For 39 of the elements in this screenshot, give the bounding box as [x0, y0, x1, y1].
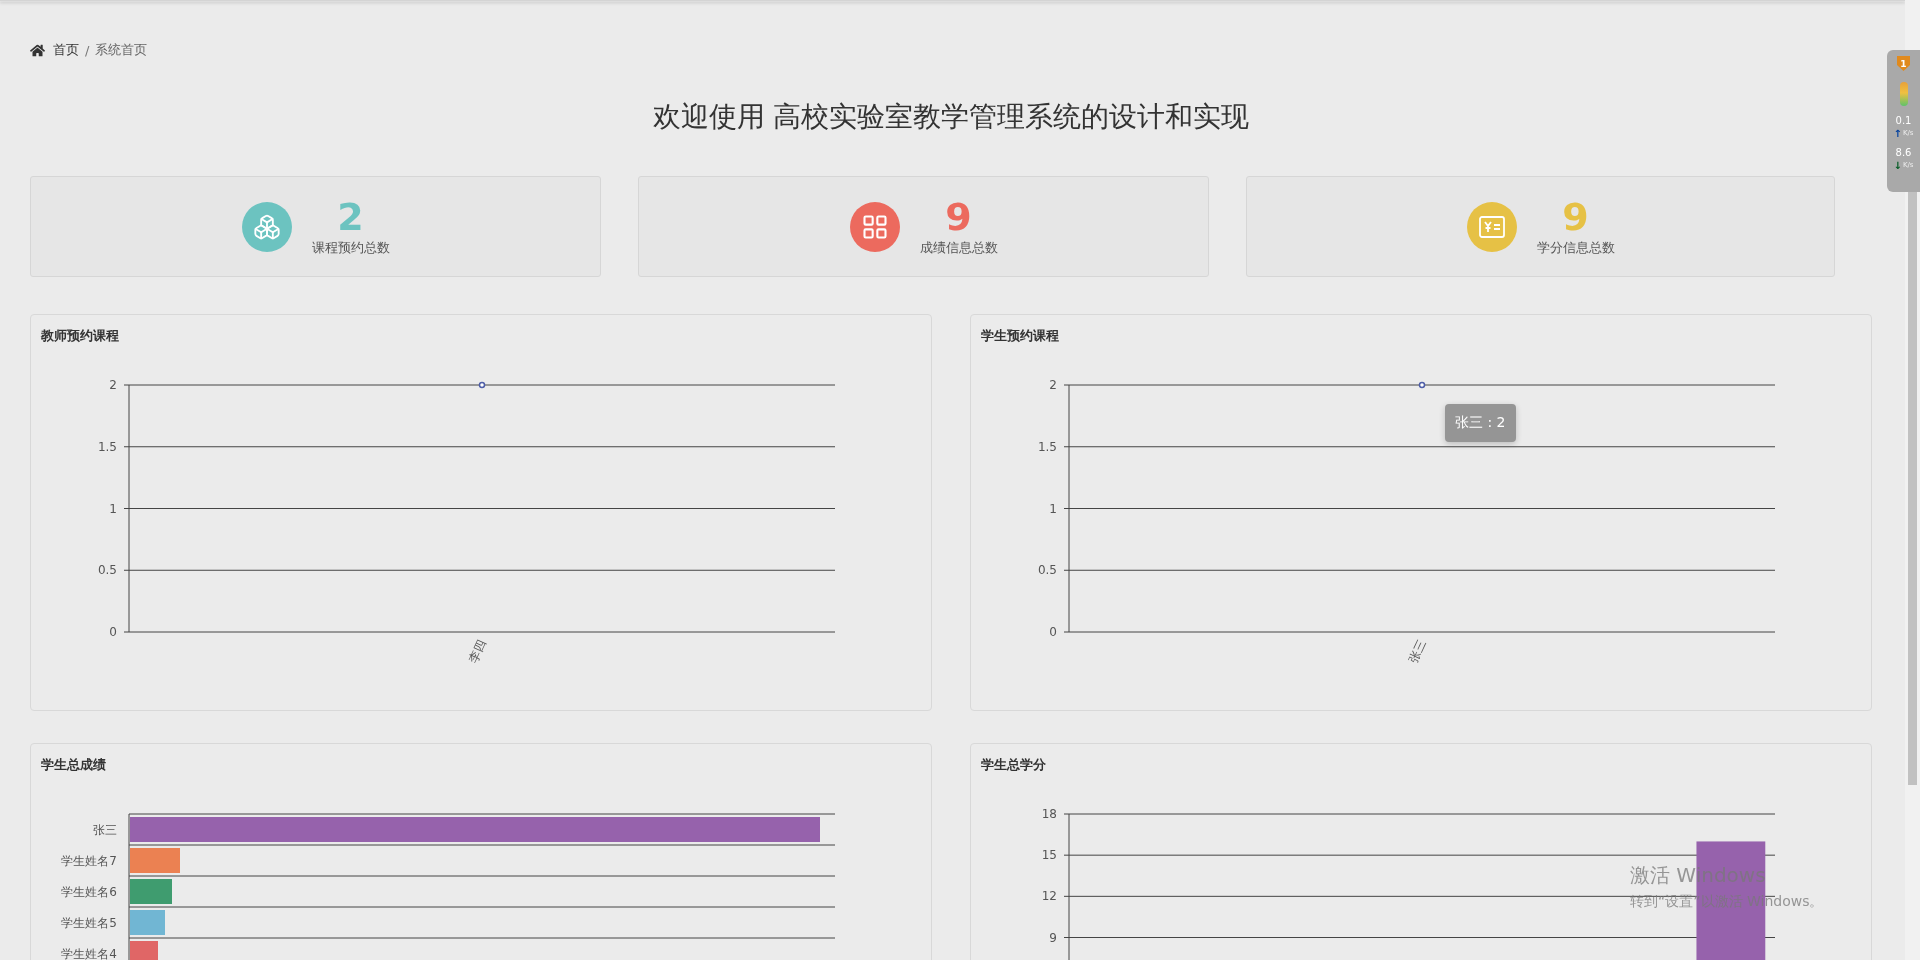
- axis-category-label: 学生姓名6: [61, 884, 117, 899]
- breadcrumb-separator: /: [85, 42, 90, 58]
- stat-label: 课程预约总数: [311, 238, 390, 257]
- axis-category-label: 学生姓名5: [61, 915, 117, 930]
- axis-tick-label: 0.5: [97, 563, 117, 578]
- stat-value: 9: [1562, 196, 1589, 237]
- axis-category-label: 学生姓名4: [61, 946, 117, 960]
- shield-badge: 1: [1897, 56, 1910, 71]
- axis-tick-label: 18: [1041, 807, 1057, 821]
- stat-label: 学分信息总数: [1536, 238, 1615, 257]
- axis-tick-label: 1: [109, 501, 117, 516]
- upload-speed: 0.1: [1895, 115, 1912, 126]
- axis-category-label: 学生姓名7: [61, 853, 117, 868]
- axis-tick-label: 2: [1049, 378, 1057, 392]
- axis-tick-label: 12: [1041, 889, 1057, 904]
- axis-tick-label: 0: [109, 625, 117, 639]
- panel-title: 教师预约课程: [40, 327, 120, 345]
- axis-category-label: 张三: [1405, 637, 1429, 665]
- page-title: 欢迎使用 高校实验室教学管理系统的设计和实现: [651, 99, 1251, 135]
- chart-tooltip: 张三 : 2: [1445, 404, 1516, 442]
- stat-value: 2: [337, 196, 364, 237]
- axis-tick-label: 1: [1049, 501, 1057, 516]
- axis-category-label: 李四: [465, 637, 489, 665]
- axis-tick-label: 0: [1049, 625, 1057, 639]
- axis-tick-label: 1.5: [1037, 439, 1057, 454]
- up-arrow: ↑: [1893, 129, 1902, 138]
- stat-value: 9: [945, 196, 972, 237]
- down-arrow: ↓: [1893, 161, 1902, 170]
- axis-tick-label: 0.5: [1037, 563, 1057, 578]
- panel-title: 学生总成绩: [40, 756, 107, 774]
- axis-tick-label: 2: [109, 378, 117, 392]
- panel-title: 学生总学分: [980, 756, 1047, 774]
- axis-tick-label: 15: [1041, 848, 1057, 863]
- panel-title: 学生预约课程: [980, 327, 1060, 345]
- axis-tick-label: 9: [1049, 930, 1057, 945]
- stat-label: 成绩信息总数: [919, 238, 998, 257]
- axis-tick-label: 1.5: [97, 439, 117, 454]
- axis-category-label: 张三: [93, 822, 117, 837]
- download-speed: 8.6: [1895, 147, 1912, 158]
